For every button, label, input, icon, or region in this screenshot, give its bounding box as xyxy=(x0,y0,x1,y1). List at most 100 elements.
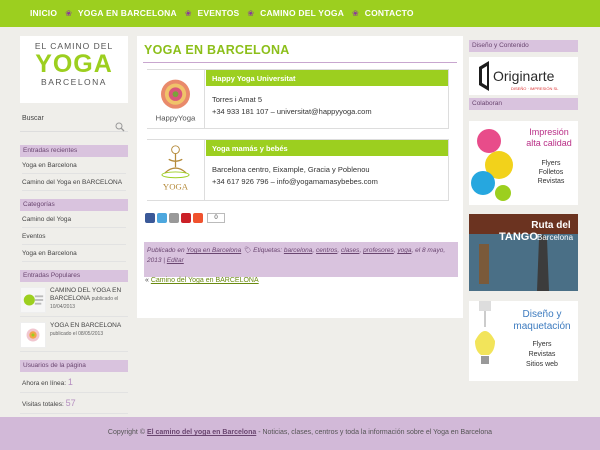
previous-post-link[interactable]: Camino del Yoga en BARCELONA xyxy=(151,277,259,284)
popular-post[interactable]: YOGA EN BARCELONA publicado el 08/05/201… xyxy=(20,317,128,352)
widget-title-popular: Entradas Populares xyxy=(20,270,128,282)
originarte-logo: Originarte DISEÑO · IMPRESIÓN SL xyxy=(479,61,559,91)
share-bar: 0 xyxy=(145,213,225,223)
tag-link[interactable]: profesores xyxy=(363,247,394,254)
nav-camino-del-yoga[interactable]: CAMINO DEL YOGA xyxy=(260,8,344,18)
addthis-icon[interactable] xyxy=(193,213,203,223)
popular-post-date: publicado el 08/05/2013 xyxy=(50,331,104,337)
ad2-line1: Ruta del xyxy=(531,220,571,231)
widget-title-categories: Categorías xyxy=(20,199,128,211)
logo-line3: BARCELONA xyxy=(41,77,107,87)
search-box[interactable]: Buscar xyxy=(20,109,128,139)
listing-name: Yoga mamás y bebés xyxy=(206,140,448,156)
originarte-banner[interactable]: Originarte DISEÑO · IMPRESIÓN SL xyxy=(469,57,578,95)
widget-title-collab: Colaboran xyxy=(469,98,578,110)
listing-card: HappyYoga Happy Yoga Universitat Torres … xyxy=(147,69,449,129)
print-ad-banner[interactable]: Impresión alta calidad Flyers Folletos R… xyxy=(469,121,578,205)
happyyoga-logo: HappyYoga xyxy=(147,70,205,128)
copyright-prefix: Copyright © xyxy=(107,429,145,436)
tag-link[interactable]: barcelona xyxy=(284,247,313,254)
footer-text: Copyright © El camino del yoga en Barcel… xyxy=(0,429,600,436)
ad3-line2: maquetación xyxy=(513,321,570,332)
edit-link[interactable]: Editar xyxy=(167,257,184,264)
facebook-icon[interactable] xyxy=(145,213,155,223)
listing-contact: +34 933 181 107 – universitat@happyyoga.… xyxy=(212,107,372,116)
design-ad-graphic: Diseño y maquetación Flyers Revistas Sit… xyxy=(475,301,571,368)
tango-banner[interactable]: Ruta del TANGO Barcelona xyxy=(469,214,578,291)
popular-post-title[interactable]: YOGA EN BARCELONA xyxy=(50,322,121,329)
users-online-count: 1 xyxy=(67,377,73,387)
listing-address: Torres i Amat 5 xyxy=(212,95,263,104)
tag-link[interactable]: clases xyxy=(341,247,359,254)
tag-link[interactable]: centros xyxy=(316,247,337,254)
ad1-line3: Flyers xyxy=(541,160,561,167)
nav-yoga-en-barcelona[interactable]: YOGA EN BARCELONA xyxy=(78,8,177,18)
listing-card: YOGA Yoga mamás y bebés Barcelona centro… xyxy=(147,139,449,201)
widget-title-recent: Entradas recientes xyxy=(20,145,128,157)
footer-site-link[interactable]: El camino del yoga en Barcelona xyxy=(147,429,256,436)
search-underline xyxy=(20,131,128,132)
ad2-line3: Barcelona xyxy=(537,233,574,242)
popular-post-thumbnail xyxy=(20,322,46,348)
email-icon[interactable] xyxy=(169,213,179,223)
site-logo[interactable]: EL CAMINO DEL YOGA BARCELONA xyxy=(20,36,128,103)
widget-title-design: Diseño y Contenido xyxy=(469,40,578,52)
ad1-line5: Revistas xyxy=(538,178,565,185)
ad3-line5: Sitios web xyxy=(526,361,558,368)
popular-post[interactable]: CAMINO DEL YOGA EN BARCELONA publicado e… xyxy=(20,282,128,317)
ad3-line3: Flyers xyxy=(532,341,552,348)
logo-line2: YOGA xyxy=(35,50,113,78)
yoga-mamas-logo-text: YOGA xyxy=(163,181,189,191)
ad1-line4: Folletos xyxy=(539,169,564,176)
widget-title-users: Usuarios de la página xyxy=(20,360,128,372)
tags-label: Etiquetas: xyxy=(253,247,283,254)
published-label: Publicado en xyxy=(147,247,185,254)
category-link[interactable]: Yoga en Barcelona xyxy=(22,245,126,262)
originarte-text: Originarte xyxy=(493,68,555,84)
ad3-line4: Revistas xyxy=(529,351,556,358)
users-online: Ahora en línea: 1 xyxy=(20,372,128,393)
print-ad-graphic: Impresión alta calidad Flyers Folletos R… xyxy=(471,127,572,201)
recent-post-link[interactable]: Camino del Yoga en BARCELONA xyxy=(22,174,126,191)
lotus-icon: ❀ xyxy=(184,8,192,18)
recent-post-link[interactable]: Yoga en Barcelona xyxy=(22,157,126,174)
nav-contacto[interactable]: CONTACTO xyxy=(365,8,414,18)
ad1-line1: Impresión xyxy=(529,127,569,137)
originarte-sub: DISEÑO · IMPRESIÓN SL xyxy=(511,86,559,91)
tango-ad-graphic: Ruta del TANGO Barcelona xyxy=(469,214,578,291)
nav-eventos[interactable]: EVENTOS xyxy=(198,8,240,18)
ad3-line1: Diseño y xyxy=(523,309,562,320)
listing-name: Happy Yoga Universitat xyxy=(206,70,448,86)
footer-suffix: - Noticias, clases, centros y toda la in… xyxy=(256,429,493,436)
users-online-label: Ahora en línea: xyxy=(22,380,67,387)
happyyoga-logo-text: HappyYoga xyxy=(156,113,196,122)
main-content: YOGA EN BARCELONA HappyYoga Happy Yoga U… xyxy=(137,36,463,318)
share-count: 0 xyxy=(207,213,225,223)
top-navigation: INICIO ❀ YOGA EN BARCELONA ❀ EVENTOS ❀ C… xyxy=(0,0,600,27)
category-link[interactable]: Eventos xyxy=(22,228,126,245)
lotus-icon: ❀ xyxy=(352,8,359,18)
ad2-line2: TANGO xyxy=(499,231,538,243)
total-visits: Visitas totales: 57 xyxy=(20,393,128,414)
search-icon[interactable] xyxy=(115,122,125,132)
search-input[interactable]: Buscar xyxy=(22,115,44,122)
pinterest-icon[interactable] xyxy=(181,213,191,223)
design-ad-banner[interactable]: Diseño y maquetación Flyers Revistas Sit… xyxy=(469,301,578,381)
right-sidebar: Diseño y Contenido Originarte DISEÑO · I… xyxy=(469,40,578,381)
left-sidebar: EL CAMINO DEL YOGA BARCELONA Buscar Entr… xyxy=(20,36,128,414)
twitter-icon[interactable] xyxy=(157,213,167,223)
popular-post-thumbnail xyxy=(20,287,46,313)
category-link[interactable]: Yoga en Barcelona xyxy=(186,247,241,254)
listing-address: Barcelona centro, Eixample, Gracia y Pob… xyxy=(212,165,370,174)
ad1-line2: alta calidad xyxy=(526,138,572,148)
total-visits-label: Visitas totales: xyxy=(22,401,64,408)
lotus-icon: ❀ xyxy=(247,8,255,18)
post-meta: Publicado en Yoga en Barcelona 🏷 Etiquet… xyxy=(144,242,458,277)
title-divider xyxy=(143,62,457,63)
page-title: YOGA EN BARCELONA xyxy=(144,43,290,57)
tag-icon: 🏷 xyxy=(243,247,252,254)
category-link[interactable]: Camino del Yoga xyxy=(22,211,126,228)
tag-link[interactable]: yoga xyxy=(397,247,411,254)
nav-inicio[interactable]: INICIO xyxy=(30,8,57,18)
yoga-mamas-logo: YOGA xyxy=(147,140,205,200)
